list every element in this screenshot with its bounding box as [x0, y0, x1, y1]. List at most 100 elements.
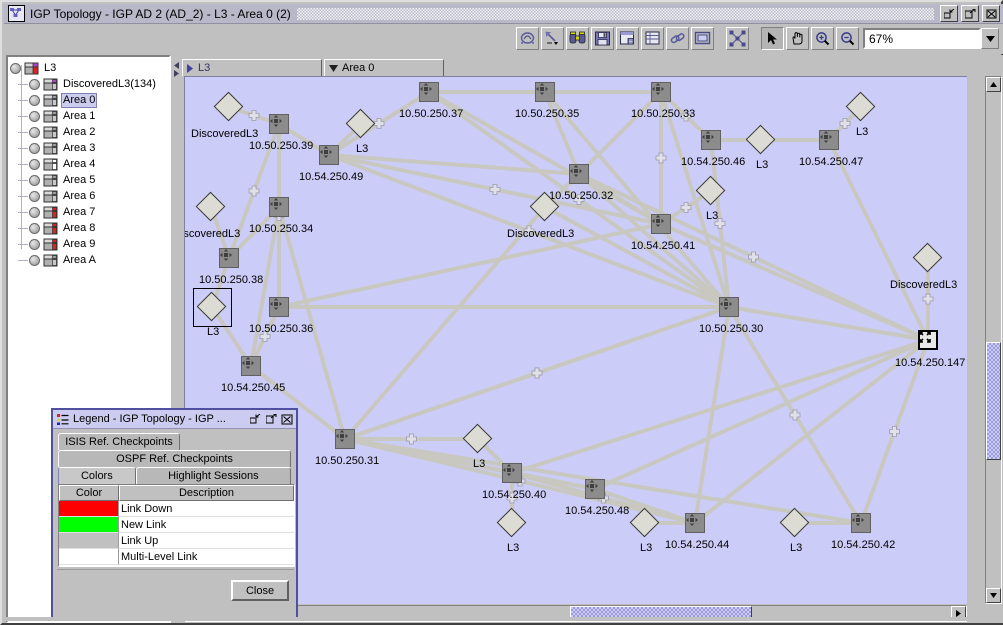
- legend-row[interactable]: Link Down: [59, 501, 294, 517]
- legend-dialog[interactable]: Legend - IGP Topology - IGP ... ISIS Ref…: [51, 408, 298, 619]
- scroll-up-button[interactable]: [986, 77, 1001, 92]
- close-button[interactable]: [982, 5, 1000, 22]
- router-node[interactable]: [651, 214, 671, 234]
- l3-cloud-node[interactable]: [213, 91, 244, 122]
- l3-cloud-node[interactable]: [779, 507, 810, 538]
- arrange-topology-button[interactable]: [726, 27, 749, 50]
- l3-cloud-node[interactable]: [345, 108, 376, 139]
- fit-screen-button[interactable]: [691, 27, 714, 50]
- router-node[interactable]: [335, 429, 355, 449]
- table-view-button[interactable]: [641, 27, 664, 50]
- tree-item-area-7[interactable]: Area 7: [10, 204, 169, 220]
- router-node[interactable]: [851, 513, 871, 533]
- router-node[interactable]: [918, 330, 938, 350]
- tree-item-area-3[interactable]: Area 3: [10, 140, 169, 156]
- l3-cloud-node[interactable]: [695, 175, 726, 206]
- tree-item-area-6[interactable]: Area 6: [10, 188, 169, 204]
- tree-expand-handle[interactable]: [29, 190, 40, 202]
- router-node[interactable]: [535, 82, 555, 102]
- tree-expand-handle[interactable]: [29, 174, 40, 186]
- pan-tool[interactable]: [786, 27, 809, 50]
- router-node[interactable]: [701, 130, 721, 150]
- tree-expand-handle[interactable]: [29, 126, 40, 138]
- tree-item-area-1[interactable]: Area 1: [10, 108, 169, 124]
- router-node[interactable]: [419, 82, 439, 102]
- close-button[interactable]: Close: [231, 580, 289, 601]
- breadcrumb-area-0[interactable]: Area 0: [324, 59, 444, 77]
- tree-expand-handle[interactable]: [10, 62, 21, 74]
- chain-link-button[interactable]: [666, 27, 689, 50]
- l3-cloud-node[interactable]: [912, 242, 943, 273]
- tree-item-area-a[interactable]: Area A: [10, 252, 169, 268]
- router-node[interactable]: [241, 356, 261, 376]
- tab-isis-ref-checkpoints[interactable]: ISIS Ref. Checkpoints: [58, 433, 180, 450]
- l3-cloud-node[interactable]: [745, 124, 776, 155]
- router-node[interactable]: [269, 297, 289, 317]
- router-node[interactable]: [719, 297, 739, 317]
- legend-row[interactable]: Multi-Level Link: [59, 549, 294, 565]
- zoom-out-tool[interactable]: [836, 27, 859, 50]
- l3-cloud-node[interactable]: [195, 191, 226, 222]
- tree-item-discoveredl3-134[interactable]: DiscoveredL3(134): [10, 76, 169, 92]
- trace-path-button[interactable]: [541, 27, 564, 50]
- zoom-input[interactable]: 67%: [863, 28, 981, 49]
- tree-expand-handle[interactable]: [29, 222, 40, 234]
- topology-canvas[interactable]: DiscoveredL3 10.50.250.39 L3 10.54.250.49 10…: [184, 76, 967, 604]
- router-node[interactable]: [502, 463, 522, 483]
- select-tool[interactable]: [761, 27, 784, 50]
- tree-item-area-4[interactable]: Area 4: [10, 156, 169, 172]
- router-node[interactable]: [585, 479, 605, 499]
- binoculars-button[interactable]: [566, 27, 589, 50]
- chevron-down-icon[interactable]: [981, 28, 999, 49]
- layout-button[interactable]: [616, 27, 639, 50]
- minimize-button[interactable]: [940, 5, 958, 22]
- tree-root-row[interactable]: L3: [10, 60, 169, 76]
- vscroll-thumb[interactable]: [986, 342, 1001, 460]
- canvas-vscrollbar[interactable]: [985, 76, 1002, 604]
- router-node[interactable]: [819, 130, 839, 150]
- tree-expand-handle[interactable]: [29, 142, 40, 154]
- l3-cloud-node[interactable]: [629, 507, 660, 538]
- collapse-right-icon[interactable]: [173, 69, 180, 77]
- maximize-button[interactable]: [961, 5, 979, 22]
- tree-expand-handle[interactable]: [29, 238, 40, 250]
- router-node[interactable]: [269, 114, 289, 134]
- legend-minimize-button[interactable]: [248, 412, 262, 426]
- tree-item-area-9[interactable]: Area 9: [10, 236, 169, 252]
- legend-close-button[interactable]: [280, 412, 294, 426]
- router-node[interactable]: [319, 145, 339, 165]
- tree-expand-handle[interactable]: [29, 110, 40, 122]
- l3-cloud-node[interactable]: [529, 191, 560, 222]
- save-button[interactable]: [591, 27, 614, 50]
- tree-expand-handle[interactable]: [29, 78, 40, 90]
- l3-cloud-node[interactable]: [496, 507, 527, 538]
- tree-expand-handle[interactable]: [29, 254, 40, 266]
- legend-header-description[interactable]: Description: [119, 485, 294, 501]
- tab-highlight-sessions[interactable]: Highlight Sessions: [135, 467, 291, 484]
- find-loop-button[interactable]: [516, 27, 539, 50]
- tree-expand-handle[interactable]: [29, 206, 40, 218]
- tree-expand-handle[interactable]: [29, 158, 40, 170]
- l3-cloud-node[interactable]: [196, 291, 227, 322]
- tree-item-area-2[interactable]: Area 2: [10, 124, 169, 140]
- router-node[interactable]: [685, 513, 705, 533]
- legend-header-color[interactable]: Color: [59, 485, 119, 501]
- l3-cloud-node[interactable]: [462, 423, 493, 454]
- legend-row[interactable]: New Link: [59, 517, 294, 533]
- tab-colors[interactable]: Colors: [58, 467, 136, 484]
- collapse-left-icon[interactable]: [173, 61, 180, 69]
- router-node[interactable]: [569, 164, 589, 184]
- router-node[interactable]: [219, 248, 239, 268]
- tree-item-area-0[interactable]: Area 0: [10, 92, 169, 108]
- tree-expand-handle[interactable]: [29, 94, 40, 106]
- scroll-down-button[interactable]: [986, 588, 1001, 603]
- legend-maximize-button[interactable]: [264, 412, 278, 426]
- legend-row[interactable]: Link Up: [59, 533, 294, 549]
- router-node[interactable]: [651, 82, 671, 102]
- zoom-in-tool[interactable]: [811, 27, 834, 50]
- tree-item-area-5[interactable]: Area 5: [10, 172, 169, 188]
- breadcrumb-l3[interactable]: L3: [182, 59, 322, 77]
- tree-item-area-8[interactable]: Area 8: [10, 220, 169, 236]
- router-node[interactable]: [269, 197, 289, 217]
- tab-ospf-ref-checkpoints[interactable]: OSPF Ref. Checkpoints: [58, 450, 291, 467]
